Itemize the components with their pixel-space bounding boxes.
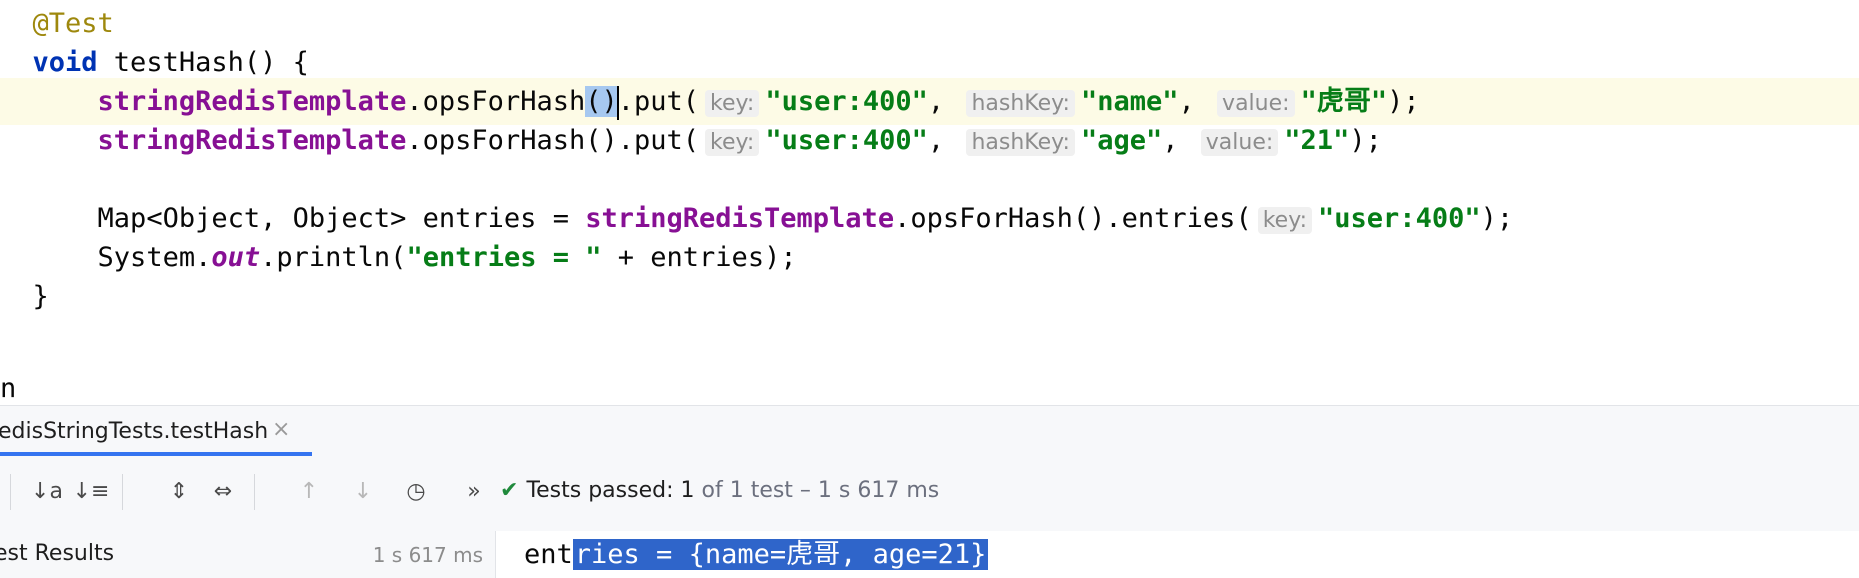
- variable-declaration: Map<Object, Object> entries =: [97, 203, 586, 234]
- method-call: .opsForHash().put(: [406, 125, 700, 156]
- field-reference: stringRedisTemplate: [97, 125, 407, 156]
- method-call: .println(: [260, 242, 407, 273]
- console-output[interactable]: entries = {name=虎哥, age=21}: [496, 531, 1859, 578]
- status-count: 1: [680, 478, 695, 503]
- run-tab[interactable]: edisStringTests.testHash ×: [0, 406, 312, 456]
- more-actions-icon[interactable]: »: [455, 472, 493, 510]
- toolbar-separator: [122, 474, 123, 510]
- string-literal: "21": [1284, 125, 1350, 156]
- param-hint-key: key:: [1257, 207, 1313, 234]
- field-reference: stringRedisTemplate: [585, 203, 895, 234]
- param-hint-hashkey: hashKey:: [966, 90, 1075, 117]
- method-call: .put(: [617, 86, 700, 117]
- string-literal: "user:400": [1318, 203, 1481, 234]
- console-text: ent: [524, 539, 573, 570]
- method-call: .opsForHash().entries(: [894, 203, 1252, 234]
- test-results-duration: 1 s 617 ms: [372, 543, 483, 567]
- string-literal: "name": [1080, 86, 1179, 117]
- test-status: ✔ Tests passed: 1 of 1 test – 1 s 617 ms: [500, 478, 939, 503]
- method-signature: testHash() {: [97, 47, 309, 78]
- previous-failed-test-icon[interactable]: ↑: [290, 472, 328, 510]
- method-call: .opsForHash: [406, 86, 586, 117]
- string-literal: "user:400": [765, 125, 928, 156]
- string-literal: "entries = ": [406, 242, 602, 273]
- string-literal: "age": [1080, 125, 1163, 156]
- void-keyword: void: [32, 47, 98, 78]
- code-line-put-age[interactable]: stringRedisTemplate.opsForHash().put(key…: [0, 117, 1859, 164]
- status-label: Tests passed:: [526, 478, 674, 503]
- status-detail: of 1 test – 1 s 617 ms: [701, 478, 940, 503]
- test-results-tree-item[interactable]: est Results 1 s 617 ms: [0, 531, 496, 578]
- console-selected-text: ries = {name=虎哥, age=21}: [572, 539, 989, 570]
- param-hint-value: value:: [1200, 129, 1279, 156]
- code-line-close-brace[interactable]: }: [0, 273, 1859, 320]
- sort-alphabetically-icon[interactable]: ↓a: [28, 472, 66, 510]
- truncated-code-line: n: [0, 373, 17, 404]
- test-history-icon[interactable]: ◷: [397, 472, 435, 510]
- close-icon[interactable]: ×: [272, 417, 290, 442]
- system-class: System.: [97, 242, 212, 273]
- param-hint-hashkey: hashKey:: [966, 129, 1075, 156]
- code-editor[interactable]: @Test void testHash() { stringRedisTempl…: [0, 0, 1859, 405]
- param-hint-key: key:: [705, 129, 760, 156]
- toolbar-separator: [254, 474, 255, 510]
- string-literal: "user:400": [765, 86, 928, 117]
- field-reference: stringRedisTemplate: [97, 86, 407, 117]
- param-hint-key: key:: [705, 90, 760, 117]
- sort-by-duration-icon[interactable]: ↓≡: [72, 472, 110, 510]
- string-literal: "虎哥": [1300, 86, 1388, 117]
- toolbar-separator: [10, 474, 11, 510]
- check-icon: ✔: [500, 478, 519, 503]
- run-tab-bar: edisStringTests.testHash ×: [0, 406, 1859, 456]
- test-results-label: est Results: [0, 541, 115, 566]
- run-tab-label: edisStringTests.testHash: [0, 419, 269, 444]
- collapse-all-icon[interactable]: ⇔: [204, 472, 242, 510]
- run-panel: edisStringTests.testHash × ↓a ↓≡ ⇕ ⇔ ↑ ↓…: [0, 405, 1859, 578]
- expand-all-icon[interactable]: ⇕: [160, 472, 198, 510]
- console-line[interactable]: entries = {name=虎哥, age=21}: [524, 536, 989, 574]
- close-brace: }: [32, 281, 49, 312]
- test-toolbar: ↓a ↓≡ ⇕ ⇔ ↑ ↓ ◷ » ✔ Tests passed: 1 of 1 …: [0, 456, 1859, 531]
- test-annotation: @Test: [32, 8, 114, 39]
- static-field: out: [211, 242, 261, 273]
- next-failed-test-icon[interactable]: ↓: [344, 472, 382, 510]
- selected-text: (): [585, 86, 618, 117]
- param-hint-value: value:: [1217, 90, 1295, 117]
